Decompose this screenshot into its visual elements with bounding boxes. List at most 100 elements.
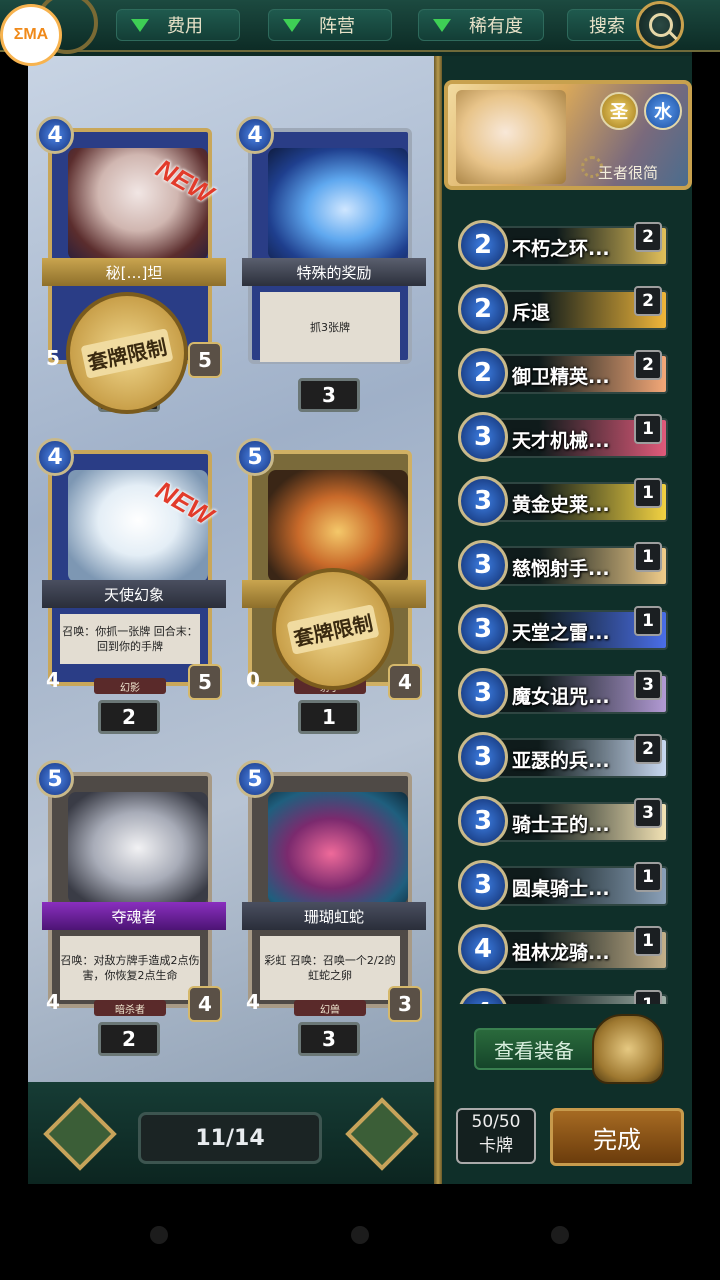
collection-card[interactable]: 治[…] 5 0 4 射手 1 套牌限制 [236, 438, 426, 734]
card-cost: 3 [458, 668, 508, 718]
card-description: 抓3张牌 [260, 292, 400, 362]
card-name: 斥退 [512, 302, 551, 324]
card-name: 御卫精英... [512, 366, 610, 388]
mana-cost: 4 [36, 116, 74, 154]
magnifier-icon[interactable] [636, 1, 684, 49]
panel-divider [434, 56, 442, 1184]
card-quantity: 1 [634, 478, 662, 508]
helmet-icon [592, 1014, 664, 1084]
card-name: 天才机械... [512, 430, 610, 452]
card-quantity: 2 [634, 350, 662, 380]
deck-card-row[interactable]: 2 御卫精英... 2 [458, 348, 670, 400]
deck-card-row[interactable]: 2 不朽之环... 2 [458, 220, 670, 272]
done-button[interactable]: 完成 [550, 1108, 684, 1166]
deck-limit-label: 套牌限制 [80, 327, 174, 379]
card-name: 魔女诅咒... [512, 686, 610, 708]
attack-value: 4 [246, 990, 260, 1014]
attack-value: 4 [46, 668, 60, 692]
card-art [68, 792, 208, 904]
card-quantity: 2 [634, 222, 662, 252]
dropdown-triangle-icon [131, 18, 149, 32]
card-name: 骑士王的... [512, 814, 610, 836]
filter-rarity-button[interactable]: 稀有度 [418, 9, 544, 41]
attack-value: 0 [246, 668, 260, 692]
card-name: 慈悯射手... [512, 558, 610, 580]
card-quantity: 1 [634, 862, 662, 892]
collection-card[interactable]: 珊瑚虹蛇 彩虹 召唤：召唤一个2/2的虹蛇之卵 5 4 3 幻兽 3 [236, 760, 426, 1056]
deck-card-row[interactable]: 3 魔女诅咒... 3 [458, 668, 670, 720]
card-quantity: 2 [634, 734, 662, 764]
card-quantity: 3 [634, 798, 662, 828]
collection-card[interactable]: 天使幻象 召唤：你抓一张牌 回合末：回到你的手牌 4 4 5 幻影 2 NEW [36, 438, 226, 734]
hero-avatar [456, 90, 566, 184]
card-name: 圆桌骑士... [512, 878, 610, 900]
card-cost: 2 [458, 284, 508, 334]
card-cost: 3 [458, 796, 508, 846]
deck-limit-seal: 套牌限制 [66, 292, 188, 414]
collection-card[interactable]: 秘[…]坦 4 5 5 骑士 1 NEW 套牌限制 [36, 116, 226, 414]
deck-card-row[interactable]: 3 亚瑟的兵... 2 [458, 732, 670, 784]
deck-card-row[interactable]: 3 天堂之雷... 1 [458, 604, 670, 656]
card-cost: 3 [458, 732, 508, 782]
card-collection: 秘[…]坦 4 5 5 骑士 1 NEW 套牌限制 特殊的奖励 抓3张牌 4 3… [28, 56, 434, 1082]
card-description: 召唤：你抓一张牌 回合末：回到你的手牌 [60, 614, 200, 664]
deck-card-list[interactable]: 2 不朽之环... 2 2 斥退 2 2 御卫精英... 2 3 天才机械...… [454, 196, 676, 1004]
card-frame: 特殊的奖励 抓3张牌 [242, 128, 426, 364]
card-cost: 4 [458, 988, 508, 1004]
card-name: 黄金史莱... [512, 494, 610, 516]
system-nav-recent[interactable] [551, 1226, 569, 1244]
card-quantity: 3 [634, 670, 662, 700]
card-frame: 夺魂者 召唤：对敌方牌手造成2点伤害，你恢复2点生命 [42, 772, 226, 1008]
card-cost: 2 [458, 220, 508, 270]
attack-value: 5 [46, 346, 60, 370]
deck-card-count: 50/50 卡牌 [456, 1108, 536, 1164]
owned-count: 3 [298, 1022, 360, 1056]
card-name: 祖林龙骑... [512, 942, 610, 964]
deck-card-row[interactable]: 3 骑士王的... 3 [458, 796, 670, 848]
deck-card-row[interactable]: 3 圆桌骑士... 1 [458, 860, 670, 912]
filter-faction-label: 阵营 [319, 16, 355, 37]
card-name: 珊瑚虹蛇 [242, 902, 426, 930]
owned-count: 2 [98, 1022, 160, 1056]
card-cost: 3 [458, 604, 508, 654]
health-value: 4 [188, 986, 222, 1022]
system-nav-back[interactable] [150, 1226, 168, 1244]
hero-portrait[interactable]: 圣 水 王者很简 [444, 80, 692, 190]
deck-count-value: 50/50 [471, 1112, 521, 1132]
deck-card-row[interactable]: 3 黄金史莱... 1 [458, 476, 670, 528]
collection-card[interactable]: 夺魂者 召唤：对敌方牌手造成2点伤害，你恢复2点生命 5 4 4 暗杀者 2 [36, 760, 226, 1056]
card-cost: 3 [458, 540, 508, 590]
mana-cost: 4 [36, 438, 74, 476]
attack-value: 4 [46, 990, 60, 1014]
filter-faction-button[interactable]: 阵营 [268, 9, 392, 41]
card-name: 天堂之雷... [512, 622, 610, 644]
card-description: 召唤：对敌方牌手造成2点伤害，你恢复2点生命 [60, 936, 200, 1000]
card-quantity: 1 [634, 990, 662, 1004]
card-art [268, 148, 408, 260]
dropdown-triangle-icon [283, 18, 301, 32]
deck-card-row[interactable]: 3 天才机械... 1 [458, 412, 670, 464]
card-quantity: 1 [634, 926, 662, 956]
deck-card-row[interactable]: 2 斥退 2 [458, 284, 670, 336]
filter-cost-button[interactable]: 费用 [116, 9, 240, 41]
deck-card-row[interactable]: 4 祖林龙骑... 1 [458, 924, 670, 976]
health-value: 4 [388, 664, 422, 700]
filter-rarity-label: 稀有度 [469, 16, 523, 37]
deck-card-row[interactable]: 4 1 [458, 988, 670, 1004]
system-nav-home[interactable] [351, 1226, 369, 1244]
card-quantity: 1 [634, 606, 662, 636]
water-faction-badge: 水 [644, 92, 682, 130]
card-name: 秘[…]坦 [42, 258, 226, 286]
holy-faction-badge: 圣 [600, 92, 638, 130]
card-cost: 4 [458, 924, 508, 974]
deck-count-label: 卡牌 [479, 1136, 513, 1156]
mana-cost: 4 [236, 116, 274, 154]
deck-limit-seal: 套牌限制 [272, 568, 394, 690]
card-name: 亚瑟的兵... [512, 750, 610, 772]
health-value: 5 [188, 342, 222, 378]
card-type: 暗杀者 [94, 1000, 166, 1016]
search-button[interactable]: 搜索 [567, 9, 647, 41]
card-art [268, 792, 408, 904]
deck-card-row[interactable]: 3 慈悯射手... 1 [458, 540, 670, 592]
collection-card[interactable]: 特殊的奖励 抓3张牌 4 3 [236, 116, 426, 412]
